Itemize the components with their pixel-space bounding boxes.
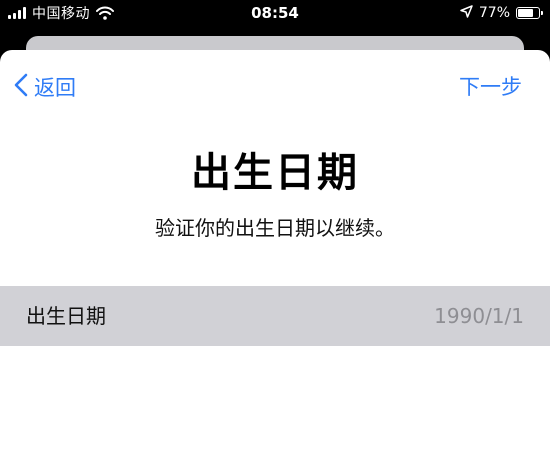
status-bar: 中国移动 08:54 77% — [0, 0, 550, 26]
page-subtitle: 验证你的出生日期以继续。 — [155, 216, 395, 240]
battery-percentage: 77% — [478, 5, 510, 21]
birthdate-label: 出生日期 — [26, 304, 106, 328]
next-button[interactable]: 下一步 — [459, 70, 522, 104]
page-title: 出生日期 — [191, 150, 359, 196]
battery-fill — [518, 9, 533, 17]
status-bar-right: 77% — [460, 0, 543, 26]
modal-sheet: 返回 下一步 出生日期 验证你的出生日期以继续。 出生日期 1990/1/1 — [0, 50, 550, 470]
back-button-label: 返回 — [34, 76, 76, 100]
birthdate-row[interactable]: 出生日期 1990/1/1 — [0, 286, 550, 346]
battery-tip — [541, 11, 543, 15]
battery-icon — [516, 7, 543, 19]
chevron-left-icon — [14, 73, 28, 102]
location-arrow-icon — [460, 4, 473, 22]
birthdate-value[interactable]: 1990/1/1 — [434, 286, 524, 346]
back-button[interactable]: 返回 — [14, 70, 76, 104]
